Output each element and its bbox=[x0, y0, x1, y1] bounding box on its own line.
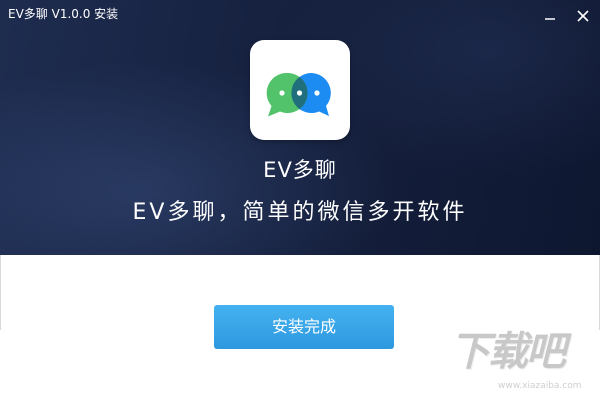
app-slogan: EV多聊，简单的微信多开软件 bbox=[132, 200, 468, 225]
installer-window: EV多聊 V1.0.0 安装 EV多聊 EV多聊，简单的微信多开软件 安装完成 … bbox=[0, 0, 600, 400]
minimize-button[interactable] bbox=[540, 6, 560, 26]
finish-install-button[interactable]: 安装完成 bbox=[214, 305, 394, 349]
app-logo bbox=[250, 40, 350, 140]
chat-bubbles-logo-icon bbox=[266, 72, 331, 117]
header-banner: EV多聊 V1.0.0 安装 EV多聊 EV多聊，简单的微信多开软件 bbox=[0, 0, 600, 255]
close-button[interactable] bbox=[573, 6, 593, 26]
close-icon bbox=[577, 10, 589, 22]
window-title: EV多聊 V1.0.0 安装 bbox=[8, 7, 119, 21]
watermark-url: www.xiazaiba.com bbox=[498, 381, 582, 391]
left-border bbox=[0, 255, 1, 330]
app-name: EV多聊 bbox=[263, 158, 337, 182]
minimize-icon bbox=[545, 18, 555, 20]
